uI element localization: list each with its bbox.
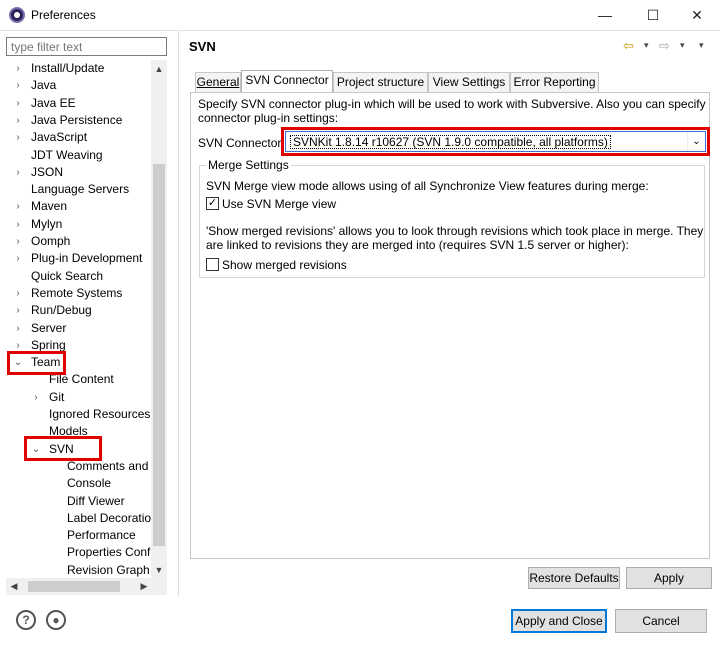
scroll-down-icon[interactable]: ▼ [151, 563, 167, 577]
show-merged-description-line2: are linked to revisions they are merged … [206, 238, 629, 252]
connector-highlight-box [281, 127, 710, 156]
maximize-button[interactable]: ☐ [630, 0, 676, 30]
tree-item-label: JSON [31, 164, 64, 179]
tree-item-label: Oomph [31, 234, 71, 248]
tree-item-label: Run/Debug [31, 303, 92, 318]
collapsed-chevron-icon[interactable]: › [13, 164, 23, 181]
tree-item-label: Git [49, 389, 65, 404]
use-merge-view-checkbox[interactable]: ✓ [206, 197, 219, 210]
collapsed-chevron-icon[interactable]: › [13, 129, 23, 146]
view-menu-icon[interactable]: ▾ [699, 40, 704, 51]
scroll-right-icon[interactable]: ▶ [136, 578, 152, 595]
collapsed-chevron-icon[interactable]: › [13, 285, 23, 302]
tab-svn-connector[interactable]: SVN Connector [241, 70, 333, 93]
tab-error-reporting[interactable]: Error Reporting [510, 72, 599, 92]
collapsed-chevron-icon[interactable]: › [13, 95, 23, 112]
merge-view-description: SVN Merge view mode allows using of all … [206, 179, 649, 193]
tree-item-label: Properties Confi [67, 545, 154, 560]
apply-button[interactable]: Apply [626, 567, 712, 589]
tab-project-structure[interactable]: Project structure [333, 72, 428, 92]
title-bar: Preferences — ☐ ✕ [0, 0, 720, 30]
hscroll-thumb[interactable] [28, 581, 120, 592]
show-merged-checkbox[interactable] [206, 258, 219, 271]
tree-item-label: Server [31, 320, 67, 335]
collapsed-chevron-icon[interactable]: › [31, 389, 41, 406]
eclipse-app-icon [9, 7, 25, 23]
tree-item-label: Ignored Resources [49, 407, 151, 421]
apply-and-close-button[interactable]: Apply and Close [511, 609, 607, 633]
tree-item-label: Diff Viewer [67, 493, 125, 508]
connector-description-line1: Specify SVN connector plug-in which will… [198, 97, 706, 111]
collapsed-chevron-icon[interactable]: › [13, 77, 23, 94]
tree-item-label: JDT Weaving [31, 147, 103, 162]
tree-vertical-scrollbar[interactable]: ▲ ▼ [151, 60, 167, 578]
show-merged-description-line1: 'Show merged revisions' allows you to lo… [206, 224, 704, 238]
close-button[interactable]: ✕ [674, 0, 720, 30]
tree-item-label: JavaScript [31, 130, 88, 145]
tree-item-label: Maven [31, 199, 68, 214]
svn-highlight-box [24, 436, 102, 461]
help-icon[interactable]: ? [16, 610, 36, 630]
minimize-button[interactable]: — [582, 0, 628, 30]
tree-item-label: Console [67, 476, 112, 491]
tree-item-label: Java [31, 78, 57, 93]
forward-icon[interactable]: ⇨ [659, 38, 670, 54]
tab-svn-connector-label: SVN Connector [245, 73, 329, 87]
show-merged-label[interactable]: Show merged revisions [222, 258, 347, 272]
connector-description-line2: connector plug-in settings: [198, 111, 339, 125]
tab-view-settings[interactable]: View Settings [428, 72, 510, 92]
forward-dropdown-icon[interactable]: ▾ [680, 40, 685, 51]
collapsed-chevron-icon[interactable]: › [13, 302, 23, 319]
collapsed-chevron-icon[interactable]: › [13, 320, 23, 337]
tab-project-structure-label: Project structure [336, 75, 425, 89]
tab-error-reporting-label: Error Reporting [513, 75, 596, 89]
collapsed-chevron-icon[interactable]: › [13, 60, 23, 77]
collapsed-chevron-icon[interactable]: › [13, 233, 23, 250]
collapsed-chevron-icon[interactable]: › [13, 112, 23, 129]
tree-item-label: Remote Systems [31, 285, 123, 300]
cancel-button[interactable]: Cancel [615, 609, 707, 633]
page-title: SVN [189, 39, 216, 54]
back-dropdown-icon[interactable]: ▾ [644, 40, 649, 51]
tab-view-settings-label: View Settings [432, 75, 506, 89]
import-export-icon[interactable]: ● [46, 610, 66, 630]
collapsed-chevron-icon[interactable]: › [13, 250, 23, 267]
tree-item-label: Quick Search [31, 268, 104, 283]
tree-item-label: Java Persistence [31, 112, 123, 127]
tree-horizontal-scrollbar[interactable]: ◀ ▶ [6, 578, 167, 595]
merge-settings-legend: Merge Settings [206, 158, 291, 172]
scroll-up-icon[interactable]: ▲ [151, 62, 167, 76]
tab-general[interactable]: General [195, 72, 241, 92]
use-merge-view-label[interactable]: Use SVN Merge view [222, 197, 336, 211]
svn-connector-label: SVN Connector: [198, 136, 285, 150]
tree-item-label: Label Decoration [67, 510, 158, 525]
collapsed-chevron-icon[interactable]: › [13, 198, 23, 215]
tree-item-label: Install/Update [31, 61, 105, 75]
scroll-thumb[interactable] [153, 164, 165, 546]
back-icon[interactable]: ⇦ [623, 38, 634, 54]
tree-item-label: Mylyn [31, 216, 63, 231]
tree-item-label: Revision Graph [67, 562, 150, 577]
collapsed-chevron-icon[interactable]: › [13, 216, 23, 233]
sash-divider[interactable] [178, 31, 179, 596]
scroll-left-icon[interactable]: ◀ [6, 578, 22, 595]
tree-item-label: Plug-in Development [31, 251, 143, 266]
team-highlight-box [7, 351, 66, 375]
tree-item-label: Java EE [31, 95, 76, 110]
tree-item-label: Performance [67, 528, 136, 543]
tab-general-label: General [196, 75, 240, 89]
tree-item-label: Language Servers [31, 182, 130, 197]
restore-defaults-button[interactable]: Restore Defaults [528, 567, 620, 589]
preference-tree: › Install/Update › Java › Java EE › Java Persis… [6, 60, 168, 578]
window-title: Preferences [31, 8, 96, 22]
filter-input[interactable] [6, 37, 167, 56]
